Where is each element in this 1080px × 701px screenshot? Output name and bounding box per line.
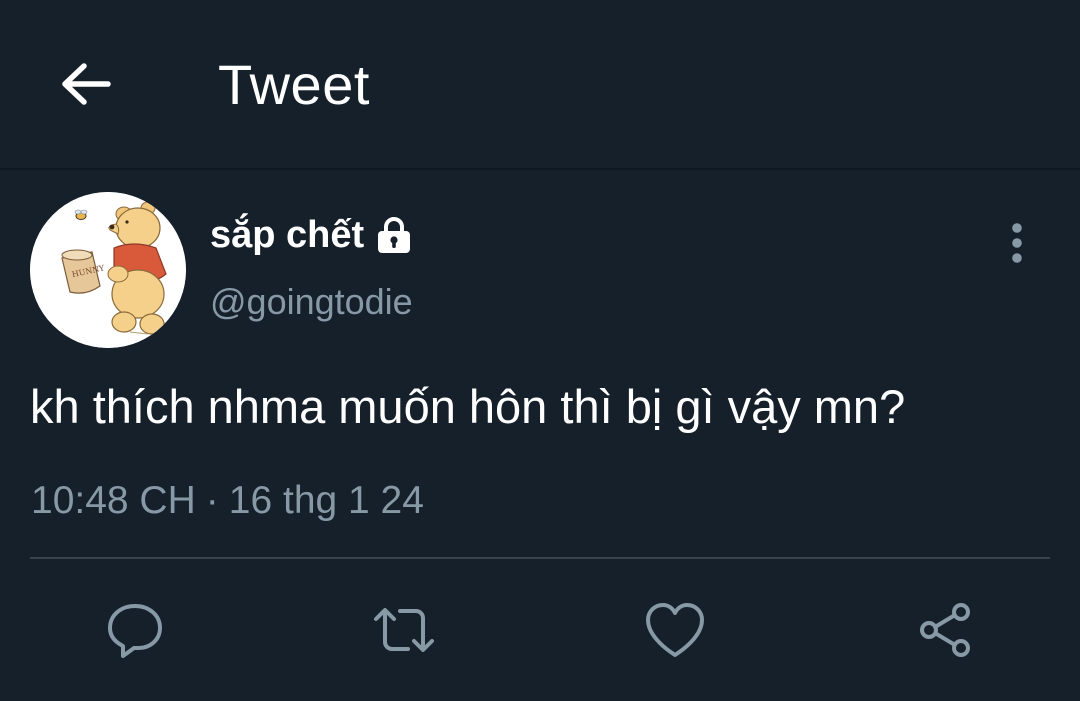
tweet-time: 10:48 CH: [31, 479, 196, 522]
retweet-icon: [374, 608, 434, 652]
more-vertical-icon: [1012, 223, 1022, 263]
top-bar: Tweet: [0, 0, 1080, 170]
tweet-date: 16 thg 1 24: [228, 479, 424, 522]
winnie-the-pooh-avatar: HUNNY: [30, 192, 186, 348]
avatar[interactable]: HUNNY: [30, 192, 186, 348]
timestamp-separator: ·: [205, 479, 219, 522]
share-button[interactable]: [913, 598, 977, 662]
lock-icon: [374, 216, 414, 254]
reply-button[interactable]: [103, 598, 167, 662]
heart-icon: [646, 603, 704, 657]
page-title: Tweet: [218, 53, 370, 116]
tweet-text: kh thích nhma muốn hôn thì bị gì vậy mn?: [30, 380, 906, 433]
comment-icon: [108, 604, 162, 658]
author-name[interactable]: sắp chết: [210, 212, 414, 258]
back-button[interactable]: [56, 58, 114, 110]
divider: [30, 557, 1050, 559]
share-icon: [920, 603, 970, 657]
more-options-button[interactable]: [996, 218, 1038, 268]
author-display-name: sắp chết: [210, 214, 365, 256]
retweet-button[interactable]: [372, 598, 436, 662]
arrow-left-icon: [62, 63, 111, 105]
like-button[interactable]: [643, 598, 707, 662]
author-handle[interactable]: @goingtodie: [210, 280, 413, 324]
tweet-timestamp: 10:48 CH · 16 thg 1 24: [31, 478, 424, 524]
